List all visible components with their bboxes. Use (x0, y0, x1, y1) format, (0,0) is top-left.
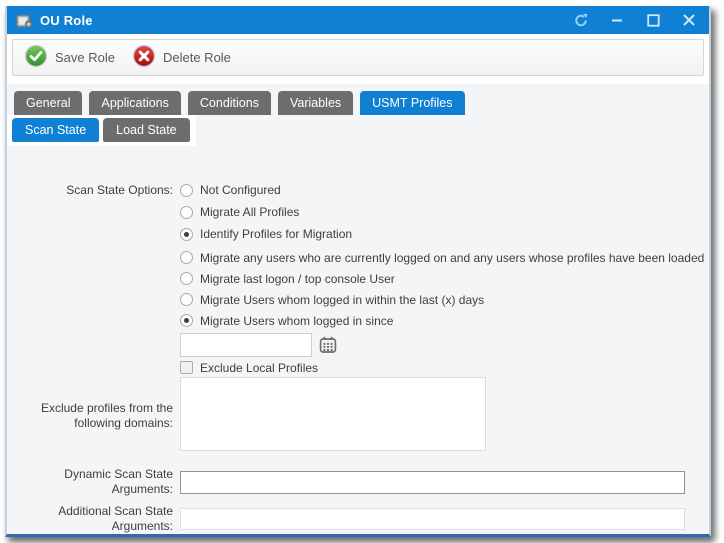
maximize-icon[interactable] (646, 13, 660, 27)
radio-icon[interactable] (180, 228, 193, 241)
close-icon[interactable] (682, 13, 696, 27)
app-box-icon (16, 13, 33, 28)
radio-migrate-current-users[interactable]: Migrate any users who are currently logg… (180, 247, 704, 268)
radio-icon[interactable] (180, 184, 193, 197)
dynamic-args-label: Dynamic Scan State Arguments: (7, 467, 173, 497)
save-role-button[interactable]: Save Role (19, 41, 127, 74)
scan-state-form: Scan State Options: Not Configured Migra… (7, 146, 709, 534)
subtab-strip: Scan State Load State (7, 115, 196, 146)
main-tabs: General Applications Conditions Variable… (7, 84, 709, 115)
scan-state-options-label: Scan State Options: (7, 179, 173, 201)
titlebar: OU Role (7, 6, 709, 34)
toolbar: Save Role Delete Role (12, 39, 704, 76)
logged-in-since-date-row (180, 333, 704, 357)
radio-icon[interactable] (180, 293, 193, 306)
radio-label: Migrate Users whom logged in within the … (200, 293, 484, 307)
radio-label: Migrate last logon / top console User (200, 272, 395, 286)
radio-group-1: Not Configured Migrate All Profiles Iden… (180, 179, 352, 245)
radio-label: Identify Profiles for Migration (200, 227, 352, 241)
tab-general[interactable]: General (14, 91, 82, 115)
additional-args-input[interactable] (180, 508, 685, 530)
exclude-domains-label: Exclude profiles from the following doma… (7, 401, 173, 431)
dynamic-args-input[interactable] (180, 471, 685, 494)
additional-args-label: Additional Scan State Arguments: (7, 504, 173, 534)
subtab-row: Scan State Load State (7, 115, 709, 146)
window-title: OU Role (40, 13, 93, 28)
radio-label: Migrate Users whom logged in since (200, 314, 393, 328)
radio-icon[interactable] (180, 314, 193, 327)
minimize-icon[interactable] (610, 13, 624, 27)
content-panel: General Applications Conditions Variable… (7, 84, 709, 534)
delete-role-button[interactable]: Delete Role (127, 41, 243, 74)
tab-applications[interactable]: Applications (89, 91, 180, 115)
radio-migrate-all-profiles[interactable]: Migrate All Profiles (180, 201, 352, 223)
radio-label: Migrate All Profiles (200, 205, 299, 219)
subtab-load-state[interactable]: Load State (103, 118, 189, 142)
radio-identify-profiles[interactable]: Identify Profiles for Migration (180, 223, 352, 245)
exclude-local-profiles-option[interactable]: Exclude Local Profiles (180, 360, 704, 375)
radio-migrate-since[interactable]: Migrate Users whom logged in since (180, 310, 704, 331)
delete-role-label: Delete Role (163, 50, 231, 65)
radio-migrate-last-logon[interactable]: Migrate last logon / top console User (180, 268, 704, 289)
logged-in-since-date-input[interactable] (180, 333, 312, 357)
tab-variables[interactable]: Variables (278, 91, 353, 115)
save-role-label: Save Role (55, 50, 115, 65)
radio-label: Migrate any users who are currently logg… (200, 251, 704, 265)
calendar-icon[interactable] (319, 336, 337, 354)
delete-x-icon (132, 44, 156, 71)
radio-icon[interactable] (180, 206, 193, 219)
refresh-icon[interactable] (574, 13, 588, 27)
checkbox-icon[interactable] (180, 361, 193, 374)
radio-group-2: Migrate any users who are currently logg… (180, 247, 704, 375)
tab-usmt-profiles[interactable]: USMT Profiles (360, 91, 464, 115)
ou-role-window: OU Role (5, 6, 711, 537)
subtab-scan-state[interactable]: Scan State (12, 118, 99, 142)
save-check-icon (24, 44, 48, 71)
radio-migrate-last-x-days[interactable]: Migrate Users whom logged in within the … (180, 289, 704, 310)
radio-icon[interactable] (180, 272, 193, 285)
checkbox-label: Exclude Local Profiles (200, 361, 318, 375)
exclude-domains-textarea[interactable] (180, 377, 486, 451)
radio-icon[interactable] (180, 251, 193, 264)
tab-conditions[interactable]: Conditions (188, 91, 271, 115)
radio-not-configured[interactable]: Not Configured (180, 179, 352, 201)
radio-label: Not Configured (200, 183, 281, 197)
